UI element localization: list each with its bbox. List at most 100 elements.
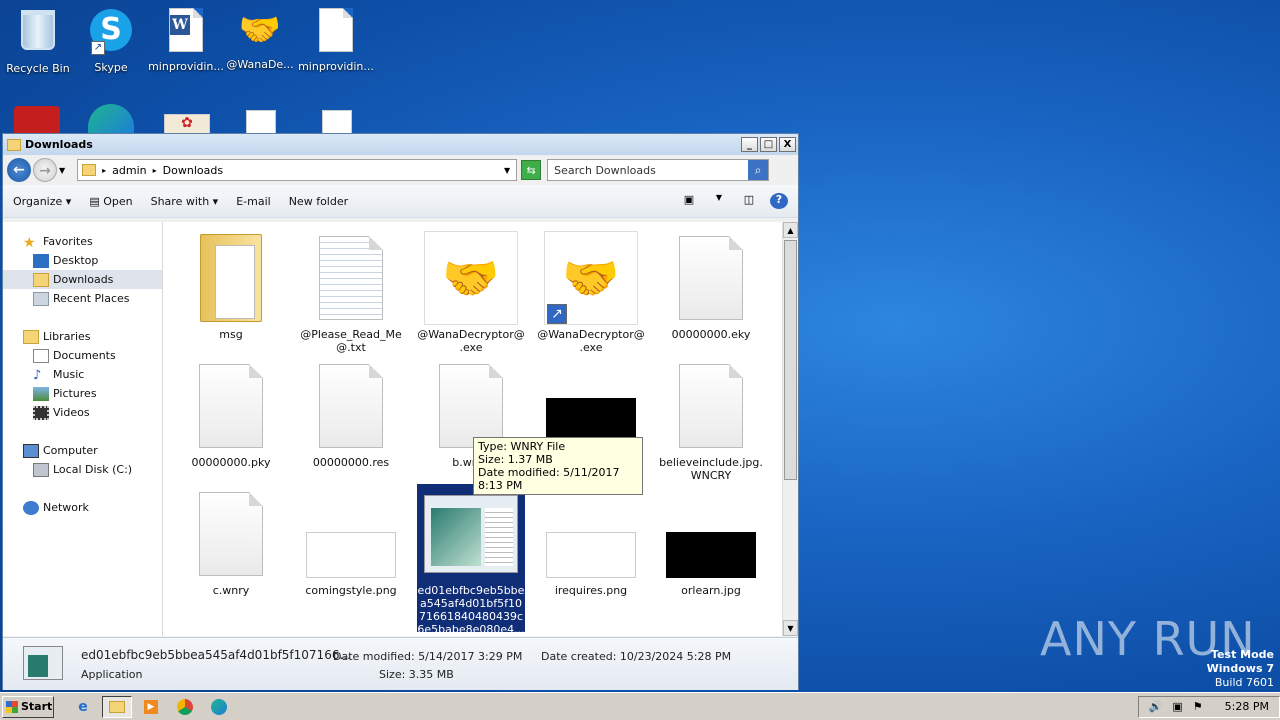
- vertical-scrollbar[interactable]: ▲ ▼: [782, 222, 798, 636]
- nav-favorites[interactable]: ★ Favorites: [3, 232, 162, 251]
- change-view-icon[interactable]: ▣: [680, 193, 698, 209]
- search-placeholder: Search Downloads: [554, 163, 656, 177]
- breadcrumb-downloads[interactable]: Downloads: [163, 164, 223, 177]
- file-name: @Please_Read_Me@.txt: [300, 328, 402, 354]
- file-item[interactable]: msg: [177, 230, 285, 341]
- blank-document-icon: [679, 364, 743, 448]
- open-button[interactable]: ▤ Open: [89, 195, 132, 208]
- breadcrumb-arrow-icon[interactable]: ▸: [102, 166, 106, 175]
- explorer-window: Downloads _ □ X ← → ▼ ▸ admin ▸ Download…: [2, 133, 799, 690]
- handshake-icon: 🤝: [238, 10, 282, 50]
- file-item-selected[interactable]: ed01ebfbc9eb5bbea545af4d01bf5f1071661840…: [417, 484, 525, 636]
- desktop-icon-skype[interactable]: S ↗ Skype: [73, 6, 149, 74]
- chrome-icon[interactable]: [170, 696, 200, 718]
- text-document-icon: [319, 236, 383, 320]
- file-item[interactable]: 00000000.res: [297, 358, 405, 469]
- organize-button[interactable]: Organize ▾: [13, 195, 71, 208]
- file-explorer-icon[interactable]: [102, 695, 132, 718]
- desktop-icon-word-doc[interactable]: W minprovidin...: [148, 6, 224, 73]
- refresh-button[interactable]: ⇆: [521, 160, 542, 180]
- image-thumbnail: [666, 532, 756, 578]
- window-title: Downloads: [25, 138, 93, 151]
- file-item[interactable]: believeinclude.jpg.WNCRY: [657, 358, 765, 482]
- address-dropdown-icon[interactable]: ▼: [504, 166, 510, 175]
- desktop-icon-blank-doc[interactable]: minprovidin...: [298, 6, 374, 73]
- file-name: @WanaDecryptor@.exe: [417, 328, 525, 354]
- search-input[interactable]: Search Downloads ⌕: [547, 159, 770, 181]
- star-icon: ★: [23, 234, 36, 251]
- edge-icon[interactable]: [204, 696, 234, 718]
- desktop-icon-wanadecryptor[interactable]: 🤝 @WanaDe...: [222, 6, 298, 71]
- forward-button[interactable]: →: [33, 158, 57, 182]
- nav-music[interactable]: ♪ Music: [3, 365, 162, 384]
- file-item[interactable]: orlearn.jpg: [657, 486, 765, 597]
- nav-local-disk[interactable]: Local Disk (C:): [3, 460, 162, 479]
- nav-network[interactable]: Network: [3, 498, 162, 517]
- disk-drive-icon: [33, 462, 49, 477]
- file-name: 00000000.pky: [191, 456, 271, 469]
- file-item[interactable]: 00000000.pky: [177, 358, 285, 469]
- scroll-up-icon[interactable]: ▲: [783, 222, 798, 238]
- share-with-button[interactable]: Share with ▾: [151, 195, 219, 208]
- blank-document-icon[interactable]: [322, 110, 352, 134]
- file-item[interactable]: comingstyle.png: [297, 486, 405, 597]
- breadcrumb-arrow-icon[interactable]: ▸: [153, 166, 157, 175]
- nav-downloads[interactable]: Downloads: [3, 270, 162, 289]
- address-bar[interactable]: ▸ admin ▸ Downloads ▼: [77, 159, 518, 181]
- scroll-down-icon[interactable]: ▼: [783, 620, 798, 636]
- folder-icon: [200, 234, 262, 322]
- nav-pictures[interactable]: Pictures: [3, 384, 162, 403]
- email-button[interactable]: E-mail: [236, 195, 271, 208]
- file-item[interactable]: irequires.png: [537, 486, 645, 597]
- blank-document-icon[interactable]: [246, 110, 276, 134]
- volume-icon[interactable]: 🔊: [1149, 700, 1163, 713]
- start-button[interactable]: Start: [2, 695, 54, 718]
- edge-icon[interactable]: [88, 104, 134, 134]
- details-pane: ed01ebfbc9eb5bbea545af4d01bf5f107166... …: [3, 637, 798, 690]
- recycle-bin-icon: [14, 10, 62, 58]
- preview-pane-icon[interactable]: ◫: [740, 193, 758, 209]
- file-name: c.wnry: [212, 584, 250, 597]
- network-tray-icon[interactable]: ▣: [1172, 700, 1182, 713]
- file-item[interactable]: c.wnry: [177, 486, 285, 597]
- network-icon: [23, 500, 39, 515]
- file-name: 00000000.res: [312, 456, 390, 469]
- acrobat-icon[interactable]: [14, 106, 60, 134]
- nav-videos[interactable]: Videos: [3, 403, 162, 422]
- search-icon[interactable]: ⌕: [748, 160, 769, 180]
- new-folder-button[interactable]: New folder: [289, 195, 348, 208]
- title-bar[interactable]: Downloads _ □ X: [3, 134, 798, 155]
- nav-libraries[interactable]: Libraries: [3, 327, 162, 346]
- maximize-button[interactable]: □: [760, 137, 777, 152]
- help-icon[interactable]: ?: [770, 193, 788, 209]
- media-player-icon[interactable]: ▶: [136, 696, 166, 718]
- libraries-icon: [23, 329, 39, 344]
- view-dropdown-icon[interactable]: ▼: [710, 193, 728, 209]
- nav-recent-places[interactable]: Recent Places: [3, 289, 162, 308]
- folder-icon: [82, 164, 97, 176]
- desktop-icon-recycle-bin[interactable]: Recycle Bin: [0, 6, 76, 75]
- back-button[interactable]: ←: [7, 158, 31, 182]
- nav-computer[interactable]: Computer: [3, 441, 162, 460]
- file-name: orlearn.jpg: [681, 584, 741, 597]
- nav-desktop[interactable]: Desktop: [3, 251, 162, 270]
- file-item[interactable]: 🤝 @WanaDecryptor@.exe: [417, 230, 525, 354]
- minimize-button[interactable]: _: [741, 137, 758, 152]
- close-button[interactable]: X: [779, 137, 796, 152]
- nav-documents[interactable]: Documents: [3, 346, 162, 365]
- internet-explorer-icon[interactable]: e: [68, 696, 98, 718]
- scrollbar-thumb[interactable]: [784, 240, 797, 480]
- file-item[interactable]: 00000000.eky: [657, 230, 765, 341]
- file-item[interactable]: @Please_Read_Me@.txt: [297, 230, 405, 354]
- shortcut-arrow-icon: ↗: [547, 304, 567, 324]
- clock[interactable]: 5:28 PM: [1225, 700, 1269, 713]
- history-dropdown-icon[interactable]: ▼: [59, 166, 65, 175]
- blank-document-icon: [439, 364, 503, 448]
- file-item[interactable]: 🤝 ↗ @WanaDecryptor@.exe: [537, 230, 645, 354]
- breadcrumb-admin[interactable]: admin: [112, 164, 146, 177]
- image-file-icon[interactable]: ✿: [164, 114, 210, 134]
- application-icon: [23, 646, 63, 680]
- image-thumbnail: [306, 532, 396, 578]
- folder-icon: [7, 138, 21, 151]
- action-center-flag-icon[interactable]: ⚑: [1193, 700, 1203, 713]
